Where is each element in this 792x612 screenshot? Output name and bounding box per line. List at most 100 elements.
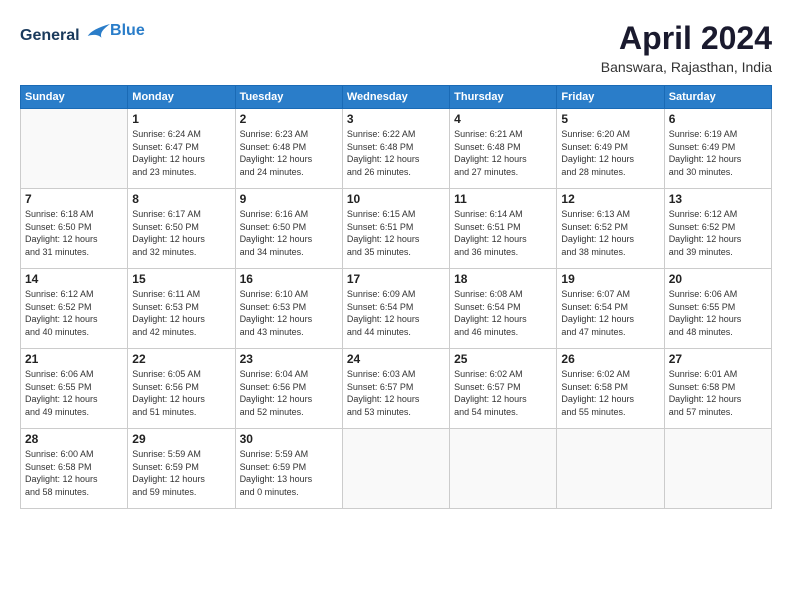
calendar-cell: 22 Sunrise: 6:05 AMSunset: 6:56 PMDayligh…	[128, 349, 235, 429]
day-number: 4	[454, 112, 552, 126]
calendar-cell: 4 Sunrise: 6:21 AMSunset: 6:48 PMDaylight…	[450, 109, 557, 189]
day-number: 18	[454, 272, 552, 286]
day-info: Sunrise: 6:07 AMSunset: 6:54 PMDaylight:…	[561, 288, 659, 338]
calendar-cell: 21 Sunrise: 6:06 AMSunset: 6:55 PMDayligh…	[21, 349, 128, 429]
col-sunday: Sunday	[21, 86, 128, 109]
day-info: Sunrise: 6:17 AMSunset: 6:50 PMDaylight:…	[132, 208, 230, 258]
calendar-cell: 20Sunrise: 6:06 AMSunset: 6:55 PMDayligh…	[664, 269, 771, 349]
day-number: 15	[132, 272, 230, 286]
day-number: 12	[561, 192, 659, 206]
day-info: Sunrise: 6:18 AMSunset: 6:50 PMDaylight:…	[25, 208, 123, 258]
day-info: Sunrise: 6:05 AMSunset: 6:56 PMDaylight:…	[132, 368, 230, 418]
calendar-cell: 12 Sunrise: 6:13 AMSunset: 6:52 PMDayligh…	[557, 189, 664, 269]
day-number: 30	[240, 432, 338, 446]
calendar-cell: 13Sunrise: 6:12 AMSunset: 6:52 PMDayligh…	[664, 189, 771, 269]
day-number: 28	[25, 432, 123, 446]
day-number: 24	[347, 352, 445, 366]
col-thursday: Thursday	[450, 86, 557, 109]
day-number: 11	[454, 192, 552, 206]
day-number: 13	[669, 192, 767, 206]
calendar-cell: 26 Sunrise: 6:02 AMSunset: 6:58 PMDayligh…	[557, 349, 664, 429]
day-info: Sunrise: 6:24 AMSunset: 6:47 PMDaylight:…	[132, 128, 230, 178]
logo-blue: Blue	[110, 22, 145, 40]
day-number: 8	[132, 192, 230, 206]
calendar: Sunday Monday Tuesday Wednesday Thursday…	[20, 85, 772, 509]
calendar-cell: 23 Sunrise: 6:04 AMSunset: 6:56 PMDayligh…	[235, 349, 342, 429]
calendar-cell: 18 Sunrise: 6:08 AMSunset: 6:54 PMDayligh…	[450, 269, 557, 349]
calendar-cell: 2 Sunrise: 6:23 AMSunset: 6:48 PMDaylight…	[235, 109, 342, 189]
calendar-cell: 3 Sunrise: 6:22 AMSunset: 6:48 PMDaylight…	[342, 109, 449, 189]
location: Banswara, Rajasthan, India	[601, 59, 772, 75]
col-tuesday: Tuesday	[235, 86, 342, 109]
day-info: Sunrise: 6:06 AMSunset: 6:55 PMDaylight:…	[25, 368, 123, 418]
calendar-cell: 1 Sunrise: 6:24 AMSunset: 6:47 PMDaylight…	[128, 109, 235, 189]
calendar-cell: 6Sunrise: 6:19 AMSunset: 6:49 PMDaylight…	[664, 109, 771, 189]
calendar-cell: 16 Sunrise: 6:10 AMSunset: 6:53 PMDayligh…	[235, 269, 342, 349]
calendar-week-4: 21 Sunrise: 6:06 AMSunset: 6:55 PMDayligh…	[21, 349, 772, 429]
day-info: Sunrise: 6:22 AMSunset: 6:48 PMDaylight:…	[347, 128, 445, 178]
calendar-cell: 30 Sunrise: 5:59 AMSunset: 6:59 PMDayligh…	[235, 429, 342, 509]
day-number: 23	[240, 352, 338, 366]
day-number: 1	[132, 112, 230, 126]
day-number: 17	[347, 272, 445, 286]
day-info: Sunrise: 6:11 AMSunset: 6:53 PMDaylight:…	[132, 288, 230, 338]
calendar-cell: 25Sunrise: 6:02 AMSunset: 6:57 PMDayligh…	[450, 349, 557, 429]
day-info: Sunrise: 6:23 AMSunset: 6:48 PMDaylight:…	[240, 128, 338, 178]
day-info: Sunrise: 6:19 AMSunset: 6:49 PMDaylight:…	[669, 128, 767, 178]
logo: General Blue	[20, 20, 145, 45]
title-block: April 2024 Banswara, Rajasthan, India	[601, 20, 772, 75]
day-info: Sunrise: 5:59 AMSunset: 6:59 PMDaylight:…	[240, 448, 338, 498]
day-info: Sunrise: 6:04 AMSunset: 6:56 PMDaylight:…	[240, 368, 338, 418]
day-number: 3	[347, 112, 445, 126]
calendar-cell: 28 Sunrise: 6:00 AMSunset: 6:58 PMDayligh…	[21, 429, 128, 509]
day-number: 7	[25, 192, 123, 206]
calendar-cell	[342, 429, 449, 509]
day-info: Sunrise: 6:09 AMSunset: 6:54 PMDaylight:…	[347, 288, 445, 338]
calendar-cell: 7 Sunrise: 6:18 AMSunset: 6:50 PMDaylight…	[21, 189, 128, 269]
day-info: Sunrise: 6:02 AMSunset: 6:58 PMDaylight:…	[561, 368, 659, 418]
calendar-cell: 14Sunrise: 6:12 AMSunset: 6:52 PMDayligh…	[21, 269, 128, 349]
calendar-cell: 27 Sunrise: 6:01 AMSunset: 6:58 PMDayligh…	[664, 349, 771, 429]
calendar-cell: 11Sunrise: 6:14 AMSunset: 6:51 PMDayligh…	[450, 189, 557, 269]
day-info: Sunrise: 6:13 AMSunset: 6:52 PMDaylight:…	[561, 208, 659, 258]
day-number: 16	[240, 272, 338, 286]
calendar-cell: 24Sunrise: 6:03 AMSunset: 6:57 PMDayligh…	[342, 349, 449, 429]
day-number: 9	[240, 192, 338, 206]
day-number: 19	[561, 272, 659, 286]
day-number: 26	[561, 352, 659, 366]
calendar-cell: 15 Sunrise: 6:11 AMSunset: 6:53 PMDayligh…	[128, 269, 235, 349]
day-number: 21	[25, 352, 123, 366]
day-number: 27	[669, 352, 767, 366]
calendar-cell	[664, 429, 771, 509]
page: General Blue April 2024 Banswara, Rajast…	[0, 0, 792, 612]
day-info: Sunrise: 6:08 AMSunset: 6:54 PMDaylight:…	[454, 288, 552, 338]
day-number: 5	[561, 112, 659, 126]
col-wednesday: Wednesday	[342, 86, 449, 109]
day-info: Sunrise: 6:21 AMSunset: 6:48 PMDaylight:…	[454, 128, 552, 178]
calendar-cell	[557, 429, 664, 509]
day-info: Sunrise: 6:00 AMSunset: 6:58 PMDaylight:…	[25, 448, 123, 498]
day-number: 2	[240, 112, 338, 126]
calendar-cell: 5Sunrise: 6:20 AMSunset: 6:49 PMDaylight…	[557, 109, 664, 189]
logo-bird-icon	[86, 20, 110, 40]
calendar-week-2: 7 Sunrise: 6:18 AMSunset: 6:50 PMDaylight…	[21, 189, 772, 269]
calendar-cell: 9 Sunrise: 6:16 AMSunset: 6:50 PMDaylight…	[235, 189, 342, 269]
calendar-week-5: 28 Sunrise: 6:00 AMSunset: 6:58 PMDayligh…	[21, 429, 772, 509]
logo-general: General	[20, 27, 80, 44]
day-info: Sunrise: 6:16 AMSunset: 6:50 PMDaylight:…	[240, 208, 338, 258]
day-number: 22	[132, 352, 230, 366]
calendar-cell	[21, 109, 128, 189]
day-info: Sunrise: 5:59 AMSunset: 6:59 PMDaylight:…	[132, 448, 230, 498]
calendar-header-row: Sunday Monday Tuesday Wednesday Thursday…	[21, 86, 772, 109]
day-info: Sunrise: 6:10 AMSunset: 6:53 PMDaylight:…	[240, 288, 338, 338]
day-number: 25	[454, 352, 552, 366]
month-title: April 2024	[601, 20, 772, 57]
day-info: Sunrise: 6:01 AMSunset: 6:58 PMDaylight:…	[669, 368, 767, 418]
calendar-cell	[450, 429, 557, 509]
calendar-cell: 10Sunrise: 6:15 AMSunset: 6:51 PMDayligh…	[342, 189, 449, 269]
day-number: 14	[25, 272, 123, 286]
calendar-cell: 8 Sunrise: 6:17 AMSunset: 6:50 PMDaylight…	[128, 189, 235, 269]
calendar-week-3: 14Sunrise: 6:12 AMSunset: 6:52 PMDayligh…	[21, 269, 772, 349]
day-number: 20	[669, 272, 767, 286]
calendar-cell: 29Sunrise: 5:59 AMSunset: 6:59 PMDayligh…	[128, 429, 235, 509]
